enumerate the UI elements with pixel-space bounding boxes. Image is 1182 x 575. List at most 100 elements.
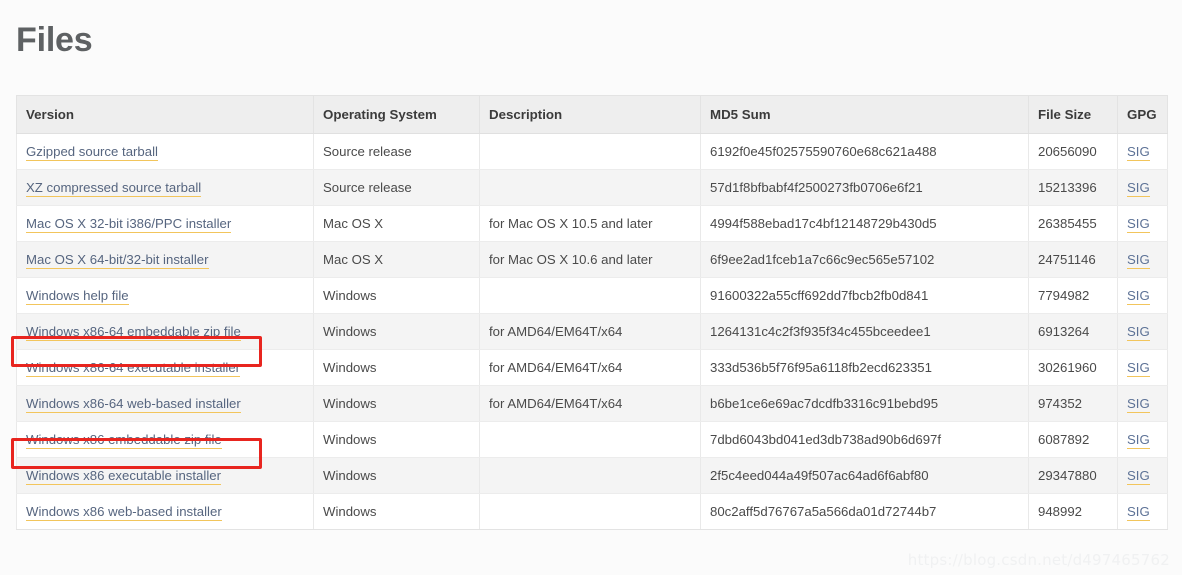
gpg-sig-link[interactable]: SIG <box>1127 252 1150 269</box>
cell-operating-system: Windows <box>314 458 480 494</box>
cell-md5-sum: 333d536b5f76f95a6118fb2ecd623351 <box>701 350 1029 386</box>
cell-file-size: 24751146 <box>1029 242 1118 278</box>
cell-version: Mac OS X 32-bit i386/PPC installer <box>17 206 314 242</box>
column-header-md5: MD5 Sum <box>701 96 1029 134</box>
cell-gpg: SIG <box>1118 206 1168 242</box>
version-download-link[interactable]: Windows x86-64 embeddable zip file <box>26 324 241 341</box>
cell-description <box>480 170 701 206</box>
cell-file-size: 29347880 <box>1029 458 1118 494</box>
cell-description <box>480 494 701 530</box>
version-download-link[interactable]: Gzipped source tarball <box>26 144 158 161</box>
cell-description <box>480 278 701 314</box>
cell-operating-system: Windows <box>314 314 480 350</box>
cell-md5-sum: 7dbd6043bd041ed3db738ad90b6d697f <box>701 422 1029 458</box>
version-download-link[interactable]: Mac OS X 64-bit/32-bit installer <box>26 252 209 269</box>
column-header-size: File Size <box>1029 96 1118 134</box>
cell-md5-sum: 1264131c4c2f3f935f34c455bceedee1 <box>701 314 1029 350</box>
cell-file-size: 26385455 <box>1029 206 1118 242</box>
table-row: Windows x86 executable installerWindows … <box>17 458 1168 494</box>
cell-operating-system: Windows <box>314 350 480 386</box>
column-header-description: Description <box>480 96 701 134</box>
cell-version: Windows x86-64 embeddable zip file <box>17 314 314 350</box>
cell-md5-sum: 6192f0e45f02575590760e68c621a488 <box>701 134 1029 170</box>
cell-version: Windows x86 embeddable zip file <box>17 422 314 458</box>
table-row: Windows x86-64 web-based installer Window… <box>17 386 1168 422</box>
cell-md5-sum: 4994f588ebad17c4bf12148729b430d5 <box>701 206 1029 242</box>
cell-md5-sum: b6be1ce6e69ac7dcdfb3316c91bebd95 <box>701 386 1029 422</box>
files-table-container: Version Operating System Description MD5… <box>16 95 1167 530</box>
gpg-sig-link[interactable]: SIG <box>1127 468 1150 485</box>
version-download-link[interactable]: Windows x86 executable installer <box>26 468 221 485</box>
cell-gpg: SIG <box>1118 494 1168 530</box>
cell-operating-system: Windows <box>314 278 480 314</box>
gpg-sig-link[interactable]: SIG <box>1127 396 1150 413</box>
cell-gpg: SIG <box>1118 170 1168 206</box>
cell-version: Windows x86-64 executable installer <box>17 350 314 386</box>
version-download-link[interactable]: Windows x86-64 web-based installer <box>26 396 241 413</box>
cell-description <box>480 134 701 170</box>
cell-file-size: 974352 <box>1029 386 1118 422</box>
cell-version: Windows x86 web-based installer <box>17 494 314 530</box>
table-row: Windows x86 web-based installerWindows 8… <box>17 494 1168 530</box>
cell-version: Mac OS X 64-bit/32-bit installer <box>17 242 314 278</box>
gpg-sig-link[interactable]: SIG <box>1127 288 1150 305</box>
cell-file-size: 948992 <box>1029 494 1118 530</box>
cell-version: Windows x86 executable installer <box>17 458 314 494</box>
cell-gpg: SIG <box>1118 458 1168 494</box>
cell-file-size: 7794982 <box>1029 278 1118 314</box>
cell-description: for AMD64/EM64T/x64 <box>480 386 701 422</box>
version-download-link[interactable]: Windows help file <box>26 288 129 305</box>
cell-gpg: SIG <box>1118 134 1168 170</box>
table-row: Windows x86-64 executable installer Windo… <box>17 350 1168 386</box>
cell-gpg: SIG <box>1118 242 1168 278</box>
cell-operating-system: Source release <box>314 134 480 170</box>
gpg-sig-link[interactable]: SIG <box>1127 360 1150 377</box>
gpg-sig-link[interactable]: SIG <box>1127 324 1150 341</box>
table-header-row: Version Operating System Description MD5… <box>17 96 1168 134</box>
version-download-link[interactable]: Windows x86 web-based installer <box>26 504 222 521</box>
version-download-link[interactable]: Windows x86 embeddable zip file <box>26 432 222 449</box>
cell-description: for AMD64/EM64T/x64 <box>480 350 701 386</box>
cell-md5-sum: 6f9ee2ad1fceb1a7c66c9ec565e57102 <box>701 242 1029 278</box>
cell-version: Windows help file <box>17 278 314 314</box>
cell-description: for Mac OS X 10.6 and later <box>480 242 701 278</box>
cell-gpg: SIG <box>1118 350 1168 386</box>
cell-gpg: SIG <box>1118 386 1168 422</box>
cell-file-size: 6087892 <box>1029 422 1118 458</box>
cell-version: Windows x86-64 web-based installer <box>17 386 314 422</box>
version-download-link[interactable]: Windows x86-64 executable installer <box>26 360 240 377</box>
gpg-sig-link[interactable]: SIG <box>1127 180 1150 197</box>
cell-description: for Mac OS X 10.5 and later <box>480 206 701 242</box>
files-table-header: Version Operating System Description MD5… <box>17 96 1168 134</box>
table-row: XZ compressed source tarballSource relea… <box>17 170 1168 206</box>
table-row: Gzipped source tarball Source release 619… <box>17 134 1168 170</box>
cell-gpg: SIG <box>1118 422 1168 458</box>
gpg-sig-link[interactable]: SIG <box>1127 432 1150 449</box>
files-table: Version Operating System Description MD5… <box>16 95 1168 530</box>
version-download-link[interactable]: XZ compressed source tarball <box>26 180 201 197</box>
cell-md5-sum: 2f5c4eed044a49f507ac64ad6f6abf80 <box>701 458 1029 494</box>
cell-operating-system: Mac OS X <box>314 242 480 278</box>
gpg-sig-link[interactable]: SIG <box>1127 144 1150 161</box>
gpg-sig-link[interactable]: SIG <box>1127 216 1150 233</box>
gpg-sig-link[interactable]: SIG <box>1127 504 1150 521</box>
cell-description: for AMD64/EM64T/x64 <box>480 314 701 350</box>
cell-operating-system: Windows <box>314 386 480 422</box>
column-header-version: Version <box>17 96 314 134</box>
table-row: Windows x86 embeddable zip fileWindows 7… <box>17 422 1168 458</box>
table-row: Windows x86-64 embeddable zip file Window… <box>17 314 1168 350</box>
cell-gpg: SIG <box>1118 278 1168 314</box>
cell-gpg: SIG <box>1118 314 1168 350</box>
cell-version: Gzipped source tarball <box>17 134 314 170</box>
version-download-link[interactable]: Mac OS X 32-bit i386/PPC installer <box>26 216 231 233</box>
cell-description <box>480 458 701 494</box>
column-header-gpg: GPG <box>1118 96 1168 134</box>
cell-md5-sum: 57d1f8bfbabf4f2500273fb0706e6f21 <box>701 170 1029 206</box>
files-table-body: Gzipped source tarball Source release 619… <box>17 134 1168 530</box>
table-row: Mac OS X 32-bit i386/PPC installer Mac OS… <box>17 206 1168 242</box>
watermark: https://blog.csdn.net/d497465762 <box>908 551 1170 569</box>
cell-version: XZ compressed source tarball <box>17 170 314 206</box>
cell-operating-system: Mac OS X <box>314 206 480 242</box>
table-row: Windows help fileWindows 91600322a55cff6… <box>17 278 1168 314</box>
cell-md5-sum: 80c2aff5d76767a5a566da01d72744b7 <box>701 494 1029 530</box>
